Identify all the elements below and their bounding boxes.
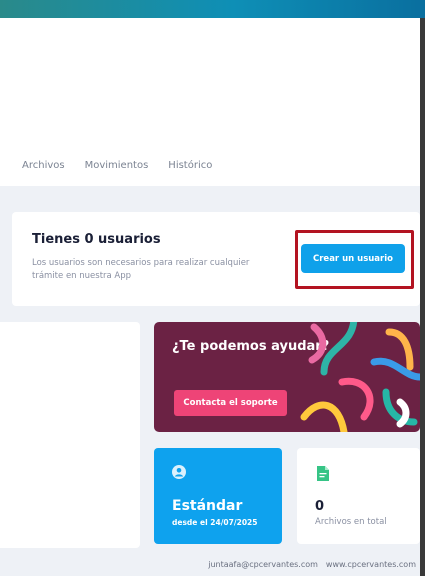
- plan-card: Estándar desde el 24/07/2025: [154, 448, 282, 544]
- tab-movimientos[interactable]: Movimientos: [85, 160, 149, 171]
- files-count: 0: [315, 499, 325, 514]
- document-icon: [317, 466, 329, 481]
- footer: juntaafa@cpcervantes.com www.cpcervantes…: [0, 560, 420, 569]
- tab-historico[interactable]: Histórico: [168, 160, 212, 171]
- contact-support-button[interactable]: Contacta el soporte: [174, 390, 287, 416]
- create-user-button[interactable]: Crear un usuario: [301, 244, 405, 273]
- plan-name: Estándar: [172, 498, 243, 514]
- user-circle-icon: [172, 465, 186, 479]
- files-label: Archivos en total: [315, 517, 387, 527]
- section-tabs: Archivos Movimientos Histórico: [22, 160, 212, 171]
- left-panel: [0, 322, 140, 548]
- help-card: ¿Te podemos ayudar? Contacta el soporte: [154, 322, 420, 432]
- right-edge-bar: [420, 18, 425, 576]
- plan-since-date: desde el 24/07/2025: [172, 518, 258, 527]
- users-description: Los usuarios son necesarios para realiza…: [32, 258, 250, 281]
- users-title: Tienes 0 usuarios: [32, 232, 161, 247]
- files-card: 0 Archivos en total: [297, 448, 420, 544]
- footer-website[interactable]: www.cpcervantes.com: [326, 560, 416, 569]
- footer-email[interactable]: juntaafa@cpcervantes.com: [208, 560, 318, 569]
- tab-archivos[interactable]: Archivos: [22, 160, 65, 171]
- decorative-pattern-icon: [300, 322, 420, 432]
